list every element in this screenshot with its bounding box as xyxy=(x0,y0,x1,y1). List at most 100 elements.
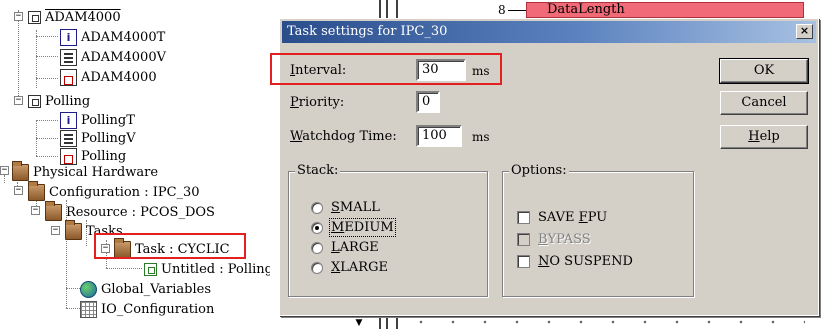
radio-large[interactable] xyxy=(311,241,323,254)
cancel-button-label: Cancel xyxy=(741,95,787,110)
collapse-toggle-icon[interactable]: − xyxy=(14,12,23,21)
folder-icon xyxy=(45,200,62,221)
cancel-button[interactable]: Cancel xyxy=(720,91,808,115)
task-cyclic-highlight xyxy=(94,233,246,259)
tree-connector xyxy=(66,288,80,289)
option-mnemonic: M xyxy=(331,220,345,235)
bypass-checkbox xyxy=(517,233,530,246)
interval-label-text: nterval: xyxy=(295,63,347,78)
bypass-option: B YPASS xyxy=(517,232,591,247)
option-mnemonic: X xyxy=(331,260,341,275)
tree-item-physical-hardware[interactable]: Physical Hardware xyxy=(12,160,159,182)
interval-unit: ms xyxy=(472,64,490,78)
option-mnemonic: S xyxy=(331,200,340,215)
watchdog-unit: ms xyxy=(472,130,490,144)
tree-item-polling-group[interactable]: Polling xyxy=(28,91,90,111)
worksheet-bar xyxy=(379,0,381,18)
tree-connector xyxy=(36,78,58,79)
close-button[interactable]: × xyxy=(796,24,813,39)
dialog-titlebar[interactable]: Task settings for IPC_30 × xyxy=(282,21,816,43)
tree-item-global-variables[interactable]: Global_Variables xyxy=(80,279,211,299)
option-label: SAVE xyxy=(538,210,579,225)
grid-dots xyxy=(405,318,805,326)
tree-item-pollingv[interactable]: PollingV xyxy=(60,128,136,148)
option-mnemonic: N xyxy=(538,254,550,269)
watchdog-time-input[interactable]: 100 xyxy=(416,125,462,147)
tree-item-adam4000t[interactable]: i ADAM4000T xyxy=(60,27,165,47)
tree-item-configuration[interactable]: Configuration : IPC_30 xyxy=(28,180,200,202)
dialog-title: Task settings for IPC_30 xyxy=(287,24,448,39)
help-button-mnemonic: H xyxy=(748,129,760,144)
program-icon xyxy=(60,68,77,86)
scroll-down-arrow-icon[interactable]: ▼ xyxy=(354,318,364,328)
worksheet-bar xyxy=(396,316,398,329)
collapse-toggle-icon[interactable]: − xyxy=(14,96,23,105)
program-group-icon xyxy=(28,94,41,108)
option-label: EDIUM xyxy=(344,220,394,235)
variables-icon xyxy=(60,129,77,147)
tree-item-label: PollingV xyxy=(81,130,136,146)
stack-large-option[interactable]: L ARGE xyxy=(311,240,379,255)
tree-item-adam4000v[interactable]: ADAM4000V xyxy=(60,47,166,67)
option-label: YPASS xyxy=(547,232,591,247)
datalength-block: DataLength xyxy=(526,2,804,18)
tree-connector xyxy=(18,10,19,100)
watchdog-label-mnemonic: W xyxy=(290,129,303,144)
no-suspend-checkbox[interactable] xyxy=(517,255,530,268)
tree-item-label: Resource : PCOS_DOS xyxy=(66,204,215,220)
priority-input[interactable]: 0 xyxy=(416,91,440,113)
worksheet-bar xyxy=(396,0,398,18)
worksheet-bar xyxy=(379,316,381,329)
collapse-toggle-icon[interactable]: − xyxy=(31,206,40,215)
stack-small-option[interactable]: S MALL xyxy=(311,200,380,215)
watchdog-label-text: atchdog Time: xyxy=(302,129,397,144)
tree-item-label: ADAM4000 xyxy=(81,69,157,85)
priority-value: 0 xyxy=(422,94,431,109)
collapse-toggle-icon[interactable]: − xyxy=(14,186,23,195)
tree-item-untitled-polling[interactable]: Untitled : Polling xyxy=(144,259,273,279)
worksheet-bar xyxy=(386,0,388,18)
interval-value: 30 xyxy=(422,62,439,77)
no-suspend-option[interactable]: NO SUSPEND xyxy=(517,254,633,269)
option-label: PU xyxy=(587,210,608,225)
tree-connector xyxy=(36,156,58,157)
folder-icon xyxy=(12,160,29,181)
option-label: ARGE xyxy=(339,240,379,255)
tree-item-label: Physical Hardware xyxy=(33,164,159,180)
radio-small[interactable] xyxy=(311,201,323,214)
options-group-title: Options: xyxy=(509,163,569,178)
tree-connector xyxy=(66,308,80,309)
stack-medium-option[interactable]: MEDIUM xyxy=(311,218,396,237)
stack-xlarge-option[interactable]: X LARGE xyxy=(311,260,388,275)
tree-item-io-configuration[interactable]: IO_Configuration xyxy=(80,299,214,319)
collapse-toggle-icon[interactable]: − xyxy=(0,166,9,175)
tree-item-label: Polling xyxy=(45,93,91,109)
interval-input[interactable]: 30 xyxy=(416,59,466,81)
tree-connector xyxy=(106,268,142,269)
globe-icon xyxy=(80,280,97,298)
save-fpu-checkbox[interactable] xyxy=(517,211,530,224)
tree-item-label: ADAM4000V xyxy=(81,49,166,65)
collapse-toggle-icon[interactable]: − xyxy=(51,226,60,235)
tree-item-label: Untitled : Polling xyxy=(161,261,273,277)
ok-button[interactable]: OK xyxy=(719,58,809,84)
tree-connector xyxy=(36,30,37,88)
radio-medium-selected[interactable] xyxy=(311,221,323,234)
tree-connector xyxy=(36,56,58,57)
tree-item-label: Configuration : IPC_30 xyxy=(49,184,200,200)
ok-button-label: OK xyxy=(753,63,775,78)
option-label: MALL xyxy=(339,200,380,215)
tree-item-adam4000-program[interactable]: ADAM4000 xyxy=(60,67,157,87)
priority-label-mnemonic: P xyxy=(290,95,299,110)
save-fpu-option[interactable]: SAVE F PU xyxy=(517,210,607,225)
interval-label: Interval: xyxy=(290,63,346,78)
option-mnemonic: B xyxy=(538,232,548,247)
tree-connector xyxy=(4,175,5,183)
tree-item-adam4000-group[interactable]: ADAM4000 xyxy=(28,7,121,27)
tree-item-label: IO_Configuration xyxy=(101,301,215,317)
tree-item-label: PollingT xyxy=(81,112,135,128)
radio-xlarge[interactable] xyxy=(311,261,323,274)
option-mnemonic: L xyxy=(331,240,340,255)
help-button[interactable]: Help xyxy=(720,125,808,149)
tree-item-pollingt[interactable]: i PollingT xyxy=(60,110,135,130)
